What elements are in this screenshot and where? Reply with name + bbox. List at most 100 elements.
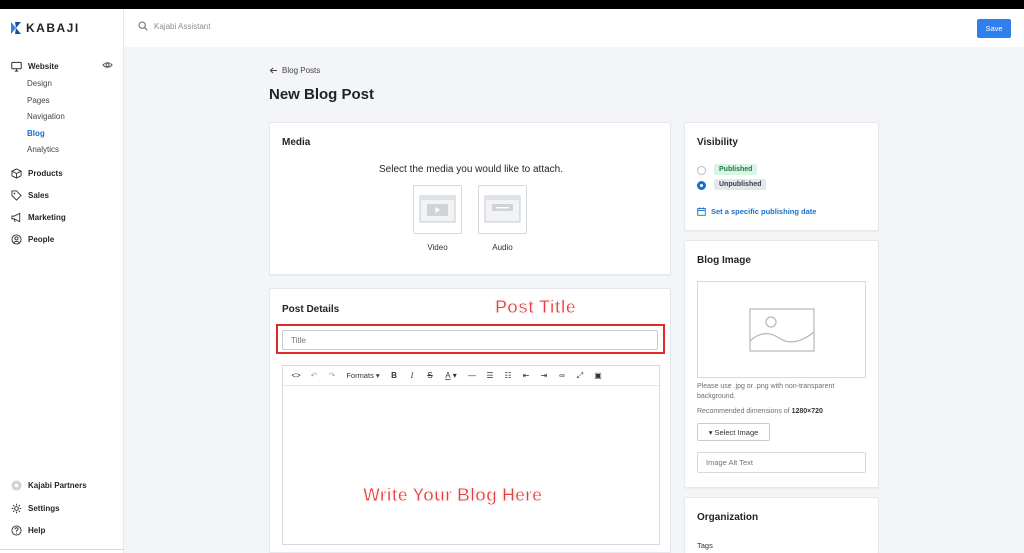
search-placeholder: Kajabi Assistant (154, 21, 211, 31)
search-icon (138, 21, 148, 31)
italic-icon[interactable]: I (403, 366, 421, 386)
help-icon (11, 525, 22, 536)
sidebar-item-label: Products (28, 169, 63, 178)
editor-toolbar: <> ↶ ↷ Formats ▾ B I S A ▾ — ☰ ☷ ⇤ ⇥ ∞ ⤢… (283, 366, 659, 386)
video-option[interactable] (413, 185, 462, 234)
sidebar-item-marketing[interactable]: Marketing (11, 212, 66, 223)
sidebar-subitem-analytics[interactable]: Analytics (27, 145, 59, 154)
sidebar-item-label: Sales (28, 191, 49, 200)
write-blog-annotation: Write Your Blog Here (362, 485, 543, 506)
sidebar-item-label: Settings (28, 504, 60, 513)
monitor-icon (11, 61, 22, 72)
rich-text-editor[interactable]: <> ↶ ↷ Formats ▾ B I S A ▾ — ☰ ☷ ⇤ ⇥ ∞ ⤢… (282, 365, 660, 545)
sidebar-item-website[interactable]: Website (11, 61, 59, 72)
link-icon[interactable]: ∞ (553, 366, 571, 386)
sidebar-item-label: Marketing (28, 213, 66, 222)
fullscreen-icon[interactable]: ⤢ (571, 366, 589, 386)
sidebar-item-label: Help (28, 526, 46, 535)
top-header: Kajabi Assistant Save (124, 9, 1024, 47)
sidebar-item-kajabi-partners[interactable]: Kajabi Partners (11, 480, 87, 491)
calendar-icon (697, 207, 706, 216)
unpublished-badge: Unpublished (714, 179, 767, 190)
image-icon[interactable]: ▣ (589, 366, 607, 386)
tag-icon (11, 190, 22, 201)
sidebar-item-help[interactable]: Help (11, 525, 45, 536)
bullet-list-icon[interactable]: ☰ (481, 366, 499, 386)
indent-icon[interactable]: ⇥ (535, 366, 553, 386)
sidebar-subitem-navigation[interactable]: Navigation (27, 112, 65, 121)
kajabi-logo-icon (11, 22, 21, 34)
horizontal-rule-icon[interactable]: — (463, 366, 481, 386)
eye-icon[interactable] (102, 61, 113, 69)
logo-text: KABAJI (26, 21, 80, 35)
media-card: Media Select the media you would like to… (269, 122, 671, 275)
blog-image-card: Blog Image Please use .jpg or .png with … (684, 240, 879, 488)
image-dimensions-hint: Recommended dimensions of 1280×720 (697, 407, 867, 417)
sidebar-item-settings[interactable]: Settings (11, 503, 60, 514)
audio-icon (484, 195, 521, 223)
post-details-title: Post Details (282, 304, 340, 315)
tags-label: Tags (697, 541, 713, 550)
organization-card: Organization Tags (684, 497, 879, 553)
published-radio[interactable] (697, 166, 706, 175)
media-prompt: Select the media you would like to attac… (379, 164, 563, 175)
sidebar: KABAJI Website Design Pages Navigation B… (0, 9, 124, 553)
image-alt-text-input[interactable] (697, 452, 866, 473)
sidebar-item-products[interactable]: Products (11, 168, 63, 179)
sidebar-subitem-pages[interactable]: Pages (27, 96, 50, 105)
megaphone-icon (11, 212, 21, 223)
organization-title: Organization (697, 512, 759, 523)
image-dropzone[interactable] (697, 281, 866, 378)
bold-icon[interactable]: B (385, 366, 403, 386)
box-icon (11, 168, 22, 179)
post-title-annotation: Post Title (495, 297, 577, 318)
dims-prefix: Recommended dimensions of (697, 408, 790, 415)
image-format-hint: Please use .jpg or .png with non-transpa… (697, 383, 835, 400)
schedule-link-label: Set a specific publishing date (711, 207, 817, 216)
schedule-link[interactable]: Set a specific publishing date (697, 207, 816, 216)
published-badge: Published (714, 164, 758, 175)
formats-dropdown[interactable]: Formats ▾ (341, 366, 385, 386)
arrow-left-icon (269, 67, 277, 74)
media-card-title: Media (282, 137, 311, 148)
gear-icon (11, 503, 22, 514)
redo-icon[interactable]: ↷ (323, 366, 341, 386)
select-image-button[interactable]: ▾ Select Image (697, 423, 770, 441)
partners-icon (11, 480, 22, 491)
back-link[interactable]: Blog Posts (269, 66, 320, 75)
audio-option[interactable] (478, 185, 527, 234)
visibility-card: Visibility Published Unpublished Set a s… (684, 122, 879, 231)
video-icon (419, 195, 456, 223)
strikethrough-icon[interactable]: S (421, 366, 439, 386)
sidebar-item-sales[interactable]: Sales (11, 190, 49, 201)
sidebar-footer-divider (0, 549, 124, 550)
text-color-icon[interactable]: A ▾ (439, 366, 463, 386)
dims-value: 1280×720 (791, 408, 823, 415)
formats-label: Formats (346, 371, 374, 380)
kajabi-logo[interactable]: KABAJI (11, 21, 80, 35)
sidebar-subitem-blog[interactable]: Blog (27, 129, 45, 138)
visibility-title: Visibility (697, 137, 738, 148)
back-link-label: Blog Posts (282, 66, 321, 75)
post-details-card: Post Details Post Title <> ↶ ↷ Formats ▾… (269, 288, 671, 553)
sidebar-subitem-design[interactable]: Design (27, 79, 52, 88)
numbered-list-icon[interactable]: ☷ (499, 366, 517, 386)
assistant-search[interactable]: Kajabi Assistant (138, 21, 210, 31)
page-title: New Blog Post (269, 86, 375, 103)
person-circle-icon (11, 234, 22, 245)
audio-option-label: Audio (492, 243, 513, 252)
code-view-icon[interactable]: <> (287, 366, 305, 386)
blog-image-title: Blog Image (697, 255, 751, 266)
save-button[interactable]: Save (977, 19, 1011, 38)
outdent-icon[interactable]: ⇤ (517, 366, 535, 386)
unpublished-radio[interactable] (697, 181, 706, 190)
top-black-bar (0, 0, 1024, 9)
sidebar-item-label: Website (28, 62, 59, 71)
video-option-label: Video (427, 243, 448, 252)
sidebar-item-label: Kajabi Partners (28, 481, 87, 490)
sidebar-item-label: People (28, 235, 55, 244)
sidebar-item-people[interactable]: People (11, 234, 54, 245)
undo-icon[interactable]: ↶ (305, 366, 323, 386)
image-placeholder-icon (749, 308, 815, 352)
title-input[interactable] (282, 330, 658, 350)
